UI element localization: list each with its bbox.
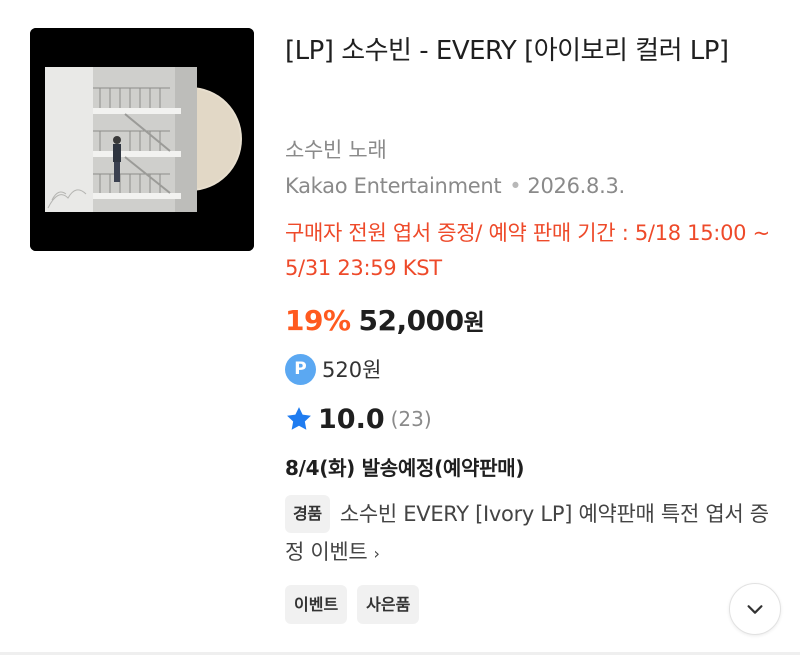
tag-freebie[interactable]: 사은품 xyxy=(357,585,420,624)
promo-notice: 구매자 전원 엽서 증정/ 예약 판매 기간 : 5/18 15:00 ~ 5/… xyxy=(285,221,770,280)
sale-price: 52,000 xyxy=(358,304,465,337)
point-badge-icon: P xyxy=(285,353,316,385)
expand-button[interactable] xyxy=(729,583,781,635)
rating-row[interactable]: 10.0 (23) xyxy=(285,402,432,436)
album-cover-image[interactable] xyxy=(30,28,254,251)
divider xyxy=(0,652,800,655)
tag-list: 이벤트 사은품 xyxy=(285,585,420,624)
album-art-graphic xyxy=(30,28,254,251)
publisher-name: Kakao Entertainment xyxy=(285,174,502,198)
release-date: 2026.8.3. xyxy=(527,174,625,198)
separator-dot-icon: • xyxy=(509,174,522,198)
star-icon xyxy=(287,407,311,430)
point-row: P 520원 xyxy=(285,353,381,385)
rating-score: 10.0 xyxy=(318,403,385,435)
product-title[interactable]: [LP] 소수빈 - EVERY [아이보리 컬러 LP] xyxy=(285,30,775,72)
product-card: [LP] 소수빈 - EVERY [아이보리 컬러 LP] 소수빈 노래 Kak… xyxy=(0,0,800,658)
tag-event[interactable]: 이벤트 xyxy=(285,585,348,624)
price-unit: 원 xyxy=(463,310,485,336)
discount-rate: 19% xyxy=(285,304,351,337)
artist-link[interactable]: 소수빈 노래 xyxy=(285,134,387,164)
chevron-right-icon: › xyxy=(373,544,380,563)
gift-event-link[interactable]: 경품 소수빈 EVERY [Ivory LP] 예약판매 특전 엽서 증정 이벤트… xyxy=(285,495,775,573)
rating-count: (23) xyxy=(390,407,432,431)
gift-tag: 경품 xyxy=(285,495,330,533)
publisher-date: Kakao Entertainment • 2026.8.3. xyxy=(285,174,625,198)
gift-event-text: 소수빈 EVERY [Ivory LP] 예약판매 특전 엽서 증정 이벤트 xyxy=(285,502,769,564)
chevron-down-icon xyxy=(747,605,763,614)
shipping-schedule: 8/4(화) 발송예정(예약판매) xyxy=(285,456,525,480)
point-amount: 520원 xyxy=(322,358,382,382)
price-row: 19% 52,000원 xyxy=(285,303,485,337)
